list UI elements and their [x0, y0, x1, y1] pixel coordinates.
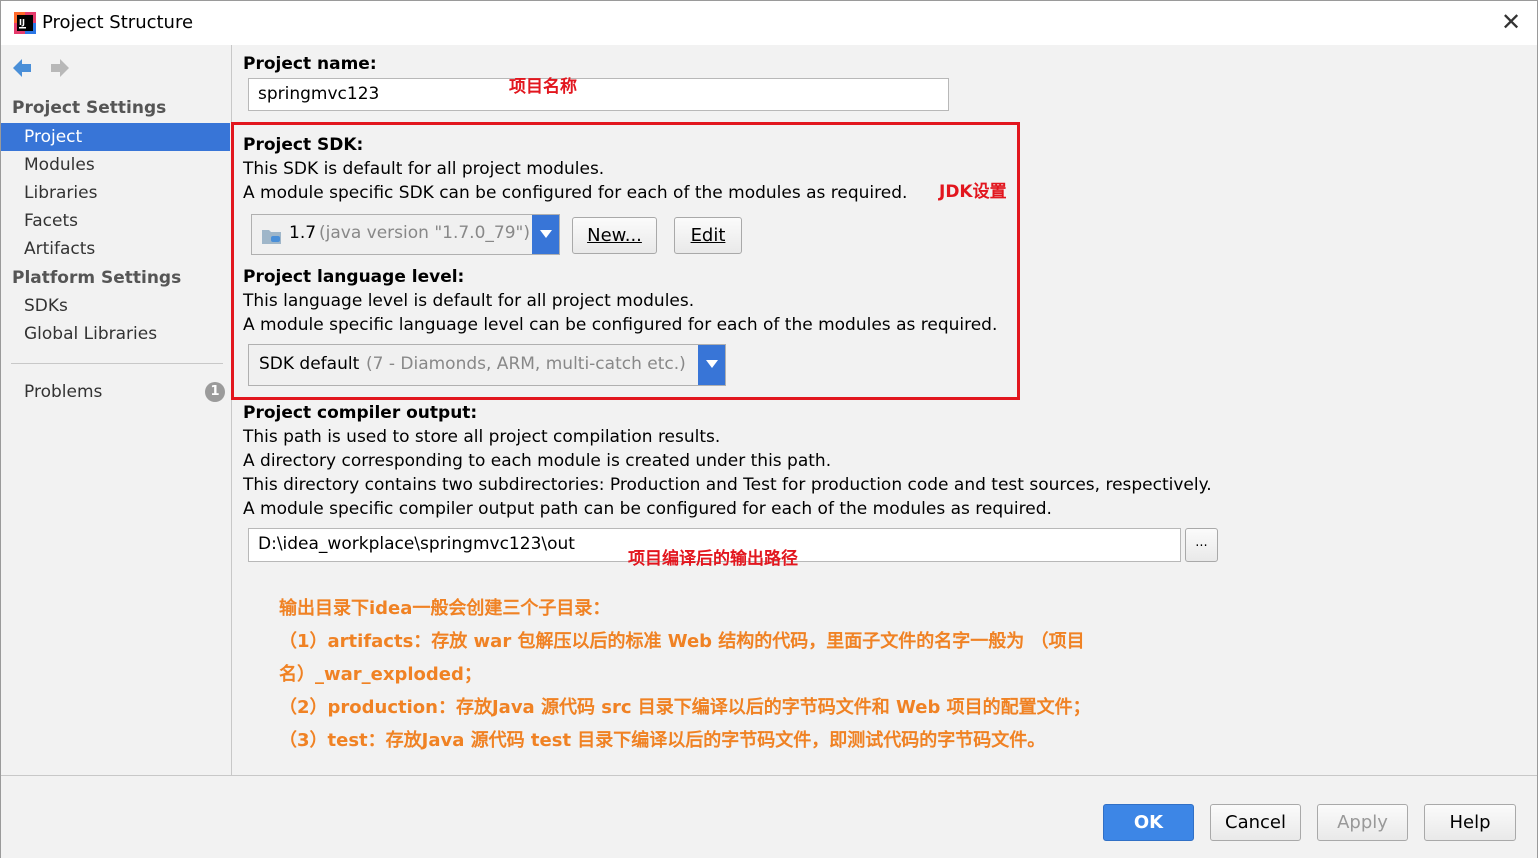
- project-name-label: Project name:: [243, 54, 377, 74]
- help-button[interactable]: Help: [1424, 804, 1516, 841]
- sidebar-item-problems[interactable]: Problems 1: [1, 378, 230, 406]
- sidebar-item-sdks[interactable]: SDKs: [1, 292, 230, 320]
- sidebar-item-libraries[interactable]: Libraries: [1, 179, 230, 207]
- folder-icon: [261, 227, 283, 250]
- svg-text:IJ: IJ: [19, 18, 25, 27]
- language-level-label: Project language level:: [243, 267, 465, 287]
- annotation-line-5: （3）test：存放Java 源代码 test 目录下编译以后的字节码文件，即测…: [279, 730, 1046, 751]
- sidebar-item-artifacts[interactable]: Artifacts: [1, 235, 230, 263]
- output-path-annotation: 项目编译后的输出路径: [628, 549, 798, 569]
- nav-arrows: [11, 55, 81, 81]
- chevron-down-icon[interactable]: [532, 215, 559, 254]
- sdk-combo-detail: (java version "1.7.0_79"): [319, 223, 530, 243]
- new-sdk-button[interactable]: New...: [572, 217, 657, 254]
- edit-sdk-button[interactable]: Edit: [674, 217, 742, 254]
- language-level-combo[interactable]: SDK default (7 - Diamonds, ARM, multi-ca…: [248, 344, 726, 386]
- intellij-app-icon: IJ: [14, 12, 36, 34]
- output-description-3: This directory contains two subdirectori…: [243, 475, 1212, 495]
- language-description-2: A module specific language level can be …: [243, 315, 998, 335]
- sidebar-divider: [11, 363, 223, 364]
- annotation-line-1: 输出目录下idea一般会创建三个子目录：: [279, 598, 611, 619]
- problems-count-badge: 1: [205, 382, 225, 402]
- sdk-description-1: This SDK is default for all project modu…: [243, 159, 605, 179]
- language-description-1: This language level is default for all p…: [243, 291, 695, 311]
- title-bar: IJ Project Structure ✕: [1, 1, 1537, 45]
- language-combo-value: SDK default: [259, 354, 360, 374]
- back-arrow-icon[interactable]: [13, 59, 31, 77]
- ok-button[interactable]: OK: [1103, 804, 1194, 841]
- project-name-annotation: 项目名称: [509, 77, 577, 97]
- annotation-line-4: （2）production：存放Java 源代码 src 目录下编译以后的字节码…: [279, 697, 1091, 718]
- project-structure-dialog: IJ Project Structure ✕ Project Settings …: [0, 0, 1538, 858]
- cancel-button[interactable]: Cancel: [1210, 804, 1301, 841]
- project-settings-header: Project Settings: [12, 98, 167, 118]
- sidebar-item-facets[interactable]: Facets: [1, 207, 230, 235]
- annotation-line-3: 名）_war_exploded；: [279, 664, 482, 685]
- compiler-output-label: Project compiler output:: [243, 403, 478, 423]
- sidebar: Project Settings Project Modules Librari…: [1, 45, 232, 775]
- sidebar-item-modules[interactable]: Modules: [1, 151, 230, 179]
- dialog-footer: OK Cancel Apply Help: [1, 775, 1537, 858]
- sdk-combo-value: 1.7: [289, 223, 317, 243]
- output-description-4: A module specific compiler output path c…: [243, 499, 1052, 519]
- output-description-2: A directory corresponding to each module…: [243, 451, 832, 471]
- forward-arrow-icon[interactable]: [51, 59, 69, 77]
- output-description-1: This path is used to store all project c…: [243, 427, 721, 447]
- close-icon[interactable]: ✕: [1499, 10, 1523, 34]
- sidebar-item-project[interactable]: Project: [1, 123, 230, 151]
- project-name-input[interactable]: springmvc123: [248, 78, 949, 111]
- chevron-down-icon[interactable]: [698, 345, 725, 385]
- annotation-line-2: （1）artifacts：存放 war 包解压以后的标准 Web 结构的代码，里…: [279, 631, 1085, 652]
- project-sdk-label: Project SDK:: [243, 135, 364, 155]
- sidebar-item-global-libraries[interactable]: Global Libraries: [1, 320, 230, 348]
- platform-settings-header: Platform Settings: [12, 268, 182, 288]
- jdk-annotation: JDK设置: [939, 182, 1007, 202]
- sdk-combo[interactable]: 1.7 (java version "1.7.0_79"): [251, 214, 560, 255]
- sdk-description-2: A module specific SDK can be configured …: [243, 183, 908, 203]
- apply-button[interactable]: Apply: [1317, 804, 1408, 841]
- browse-button[interactable]: ...: [1185, 528, 1218, 562]
- language-combo-detail: (7 - Diamonds, ARM, multi-catch etc.): [366, 354, 686, 374]
- window-title: Project Structure: [42, 12, 194, 33]
